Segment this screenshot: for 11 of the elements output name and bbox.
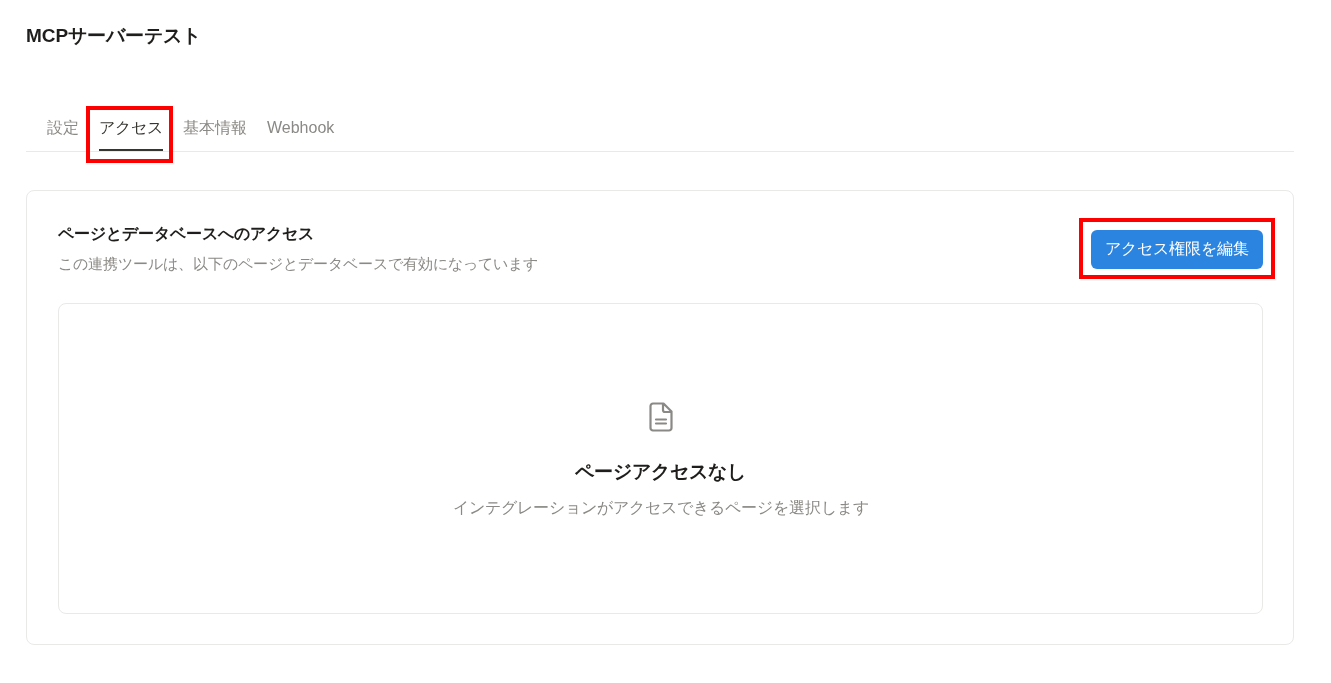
empty-state-message: インテグレーションがアクセスできるページを選択します — [452, 498, 869, 518]
tab[interactable]: 基本情報 — [183, 109, 247, 151]
empty-state-title: ページアクセスなし — [575, 460, 746, 484]
tab[interactable]: アクセス — [99, 109, 163, 151]
section-description: この連携ツールは、以下のページとデータベースで有効になっています — [58, 254, 538, 274]
edit-access-button[interactable]: アクセス権限を編集 — [1091, 229, 1263, 269]
tab[interactable]: Webhook — [267, 109, 335, 151]
tab[interactable]: 設定 — [47, 109, 79, 151]
page-title: MCPサーバーテスト — [26, 24, 203, 48]
section-heading: ページとデータベースへのアクセス — [58, 224, 315, 244]
document-icon — [648, 402, 673, 432]
